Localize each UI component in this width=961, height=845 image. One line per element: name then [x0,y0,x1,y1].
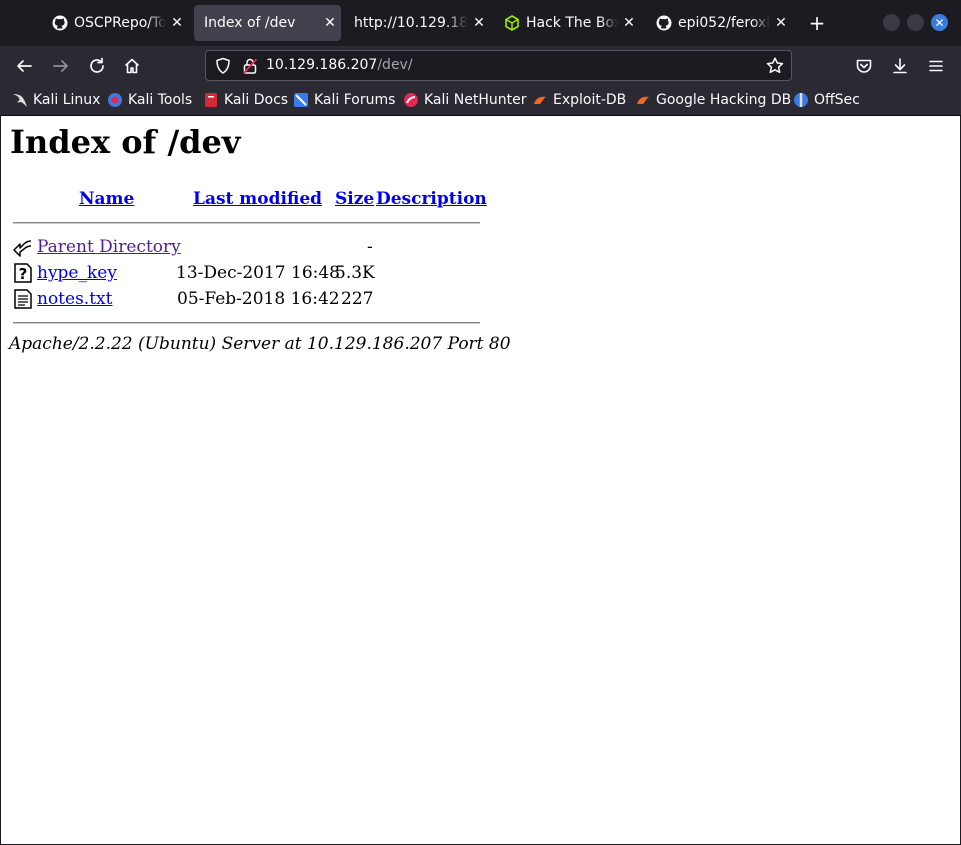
tab-hackthebox[interactable]: Hack The Box ✕ [494,5,640,41]
kali-forums-icon [293,92,309,108]
bookmark-kali-nethunter[interactable]: Kali NetHunter [403,92,526,108]
reload-icon [90,57,104,73]
column-header-size[interactable]: Size [335,189,374,209]
url-bar[interactable]: 10.129.186.207/dev/ [205,50,792,81]
file-last-modified: 13-Dec-2017 16:48 [176,263,340,283]
tab-strip: OSCPRepo/To ✕ Index of /dev ✕ http://10.… [0,0,961,46]
ghdb-icon [635,92,651,108]
window-close-button[interactable]: ✕ [931,14,948,31]
tab-title: OSCPRepo/To [74,15,166,31]
download-icon [893,58,907,74]
reload-button[interactable] [85,54,109,78]
tab-title: epi052/feroxb [678,15,770,31]
tab-index-of-dev[interactable]: Index of /dev ✕ [194,5,341,41]
tracking-protection-shield-icon[interactable] [214,57,232,79]
tab-oscprepo[interactable]: OSCPRepo/To ✕ [42,5,188,41]
column-header-description[interactable]: Description [376,189,487,209]
text-file-icon [14,289,32,309]
forward-arrow-icon [53,60,68,72]
bookmark-label: Exploit-DB [553,92,627,108]
home-button[interactable] [120,54,144,78]
bookmark-label: Kali Tools [128,92,193,108]
browser-window: OSCPRepo/To ✕ Index of /dev ✕ http://10.… [0,0,961,845]
unknown-file-icon: ? [14,263,32,283]
kali-docs-icon [203,92,219,108]
tab-title: http://10.129.186. [354,15,468,31]
server-signature: Apache/2.2.22 (Ubuntu) Server at 10.129.… [9,334,511,354]
close-icon[interactable]: ✕ [166,15,188,31]
hackthebox-cube-icon [504,15,520,31]
divider [13,222,480,224]
insecure-lock-icon[interactable] [242,57,258,79]
offsec-icon [793,92,809,108]
bookmark-offsec[interactable]: OffSec [793,92,860,108]
home-icon [124,58,140,74]
close-icon[interactable]: ✕ [770,15,792,31]
github-icon [52,15,68,31]
close-icon[interactable]: ✕ [468,15,490,31]
file-size: 5.3K [335,263,375,283]
tab-feroxbuster[interactable]: epi052/feroxb ✕ [646,5,792,41]
pocket-button[interactable] [852,54,876,78]
kali-tools-icon [107,92,123,108]
file-link-hype-key[interactable]: hype_key [37,263,117,283]
bookmark-exploit-db[interactable]: Exploit-DB [532,92,626,108]
file-size: 227 [341,289,374,309]
back-arrow-icon [13,240,32,257]
tab-title: Index of /dev [204,15,296,31]
bookmark-label: OffSec [814,92,860,108]
forward-button[interactable] [49,54,73,78]
tab-http-url[interactable]: http://10.129.186. ✕ [344,5,490,41]
bookmark-kali-forums[interactable]: Kali Forums [293,92,395,108]
minimize-button[interactable] [883,14,900,31]
divider [13,322,480,324]
column-header-name[interactable]: Name [79,189,134,209]
url-text[interactable]: 10.129.186.207/dev/ [266,57,413,73]
close-icon[interactable]: ✕ [319,15,341,31]
file-last-modified: 05-Feb-2018 16:42 [177,289,340,309]
pocket-icon [856,59,872,73]
bookmark-kali-tools[interactable]: Kali Tools [107,92,192,108]
bookmarks-toolbar: Kali Linux Kali Tools Kali Docs Kali For… [0,86,961,116]
back-arrow-icon [17,60,32,72]
github-icon [656,15,672,31]
bookmark-label: Google Hacking DB [656,92,792,108]
bookmark-kali-linux[interactable]: Kali Linux [12,92,100,108]
parent-directory-link[interactable]: Parent Directory [37,237,181,257]
bookmark-label: Kali Forums [314,92,396,108]
file-size: - [367,237,373,257]
close-icon[interactable]: ✕ [618,15,640,31]
column-header-last-modified[interactable]: Last modified [193,189,322,209]
menu-button[interactable] [924,54,948,78]
url-path: /dev/ [377,57,413,73]
bookmark-label: Kali Docs [224,92,289,108]
kali-dragon-icon [12,92,28,108]
back-button[interactable] [12,54,36,78]
navigation-toolbar: 10.129.186.207/dev/ [0,46,961,86]
new-tab-button[interactable]: + [806,12,828,34]
file-link-notes-txt[interactable]: notes.txt [37,289,112,309]
nethunter-icon [403,92,419,108]
bookmark-label: Kali NetHunter [424,92,527,108]
bookmark-google-hacking-db[interactable]: Google Hacking DB [635,92,791,108]
maximize-button[interactable] [907,14,924,31]
page-content: Index of /dev Name Last modified Size De… [0,116,961,845]
bookmark-label: Kali Linux [33,92,101,108]
exploit-db-icon [532,92,548,108]
bookmark-star-icon[interactable] [765,56,785,80]
hamburger-menu-icon [929,60,943,72]
url-host: 10.129.186.207 [266,57,378,73]
bookmark-kali-docs[interactable]: Kali Docs [203,92,288,108]
downloads-button[interactable] [888,54,912,78]
tab-title: Hack The Box [526,15,618,31]
page-title: Index of /dev [10,123,241,161]
svg-text:?: ? [19,265,28,283]
